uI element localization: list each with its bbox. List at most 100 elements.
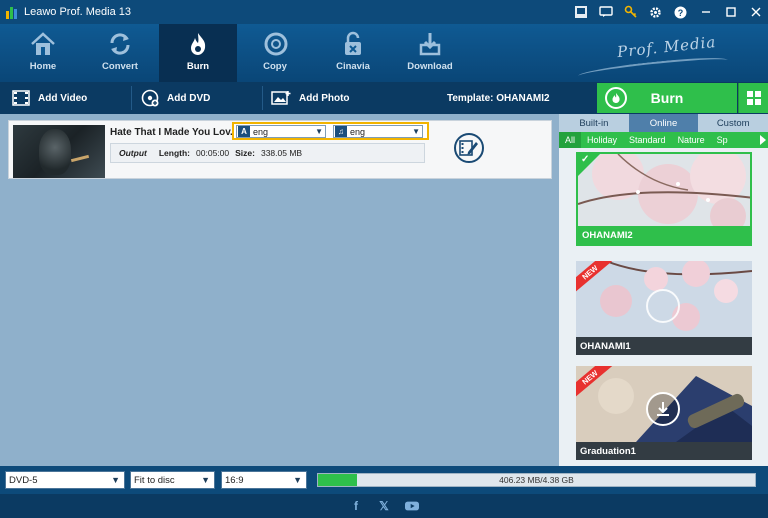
video-item[interactable]: Hate That I Made You Lov... A eng ▼ ♫ en… [8,120,552,179]
size-value: 338.05 MB [260,148,303,158]
template-ohanami2[interactable]: ✓ OHANAMI2 [576,152,752,246]
chevron-down-icon: ▼ [315,127,323,136]
nav-download[interactable]: Download [391,24,469,82]
category-holiday[interactable]: Holiday [581,132,623,148]
copy-icon [264,32,288,56]
nav-convert-label: Convert [102,61,138,72]
template-name-label: OHANAMI2 [578,226,750,244]
add-video-button[interactable]: Add Video [12,82,87,114]
output-info: Output Length: 00:05:00 Size: 338.05 MB [110,143,425,163]
subtitle-icon: A [238,126,250,137]
toolbar-divider [131,86,132,110]
grid-view-button[interactable] [738,83,768,113]
add-dvd-button[interactable]: Add DVD [141,82,210,114]
youtube-icon[interactable] [405,499,419,513]
tab-custom[interactable]: Custom [698,114,768,132]
home-icon [31,32,55,55]
nav-burn-label: Burn [186,61,210,72]
tab-built-in[interactable]: Built-in [559,114,629,132]
title-bar: Leawo Prof. Media 13 ? [0,0,768,24]
x-icon[interactable]: 𝕏 [377,499,391,513]
flame-icon [605,87,627,109]
chevron-right-icon[interactable] [760,135,766,145]
track-selectors: A eng ▼ ♫ eng ▼ [232,122,429,140]
nav-download-label: Download [407,61,453,72]
subtitle-select[interactable]: A eng ▼ [236,125,326,138]
nav-cinavia-label: Cinavia [336,61,370,72]
burn-button[interactable]: Burn [597,83,737,113]
template-sidebar: Built-in Online Custom All Holiday Stand… [559,114,768,466]
add-photo-button[interactable]: Add Photo [271,82,350,114]
audio-icon: ♫ [335,126,347,137]
minimize-icon[interactable] [693,0,718,24]
add-video-label: Add Video [38,92,88,104]
download-icon [419,33,441,56]
brand-logo: Prof. Media [615,32,717,62]
category-all[interactable]: All [559,132,582,148]
nav-home[interactable]: Home [4,24,82,82]
convert-icon [110,33,130,55]
nav-burn[interactable]: Burn [159,24,237,82]
film-icon [12,90,30,106]
nav-home-label: Home [29,61,57,72]
nav-copy[interactable]: Copy [236,24,314,82]
audio-select[interactable]: ♫ eng ▼ [333,125,423,138]
nav-convert[interactable]: Convert [81,24,159,82]
length-value: 00:05:00 [196,148,230,158]
aspect-ratio-select[interactable]: 16:9 ▼ [221,471,307,489]
add-photo-label: Add Photo [299,92,350,104]
category-standard[interactable]: Standard [623,132,672,148]
disc-add-icon [141,89,159,107]
fit-value: Fit to disc [134,474,175,486]
size-label: Size: [235,148,255,158]
brand-swoosh [577,54,729,82]
template-ohanami1[interactable]: NEW OHANAMI1 [576,261,752,355]
template-name-label: OHANAMI1 [576,337,752,355]
nav-cinavia[interactable]: Cinavia [314,24,392,82]
preview-icon[interactable] [646,289,680,323]
maximize-icon[interactable] [718,0,743,24]
disc-capacity-bar: 406.23 MB/4.38 GB [317,473,756,487]
nav-copy-label: Copy [263,61,287,72]
chevron-down-icon: ▼ [111,475,120,485]
disc-type-value: DVD-5 [9,474,38,486]
key-icon[interactable] [618,0,643,24]
app-logo-icon [6,5,18,19]
svg-text:?: ? [678,8,684,18]
video-thumbnail[interactable] [13,125,105,178]
template-name-label: Graduation1 [576,442,752,460]
video-list-area: Hate That I Made You Lov... A eng ▼ ♫ en… [0,114,559,466]
burn-icon [191,33,206,55]
main-nav: Home Convert Burn Copy Cinavia Download … [0,24,768,82]
tab-online[interactable]: Online [628,114,699,132]
facebook-icon[interactable]: f [349,499,363,513]
chevron-down-icon: ▼ [201,475,210,485]
cinavia-icon [345,31,361,55]
download-template-icon[interactable] [646,392,680,426]
template-tabs: Built-in Online Custom [559,114,768,132]
message-icon[interactable] [593,0,618,24]
gear-icon[interactable] [643,0,668,24]
burn-button-label: Burn [650,90,684,106]
capacity-text: 406.23 MB/4.38 GB [499,475,574,485]
edit-video-icon[interactable] [454,133,484,163]
template-categories: All Holiday Standard Nature Sp [559,132,768,148]
footer: f 𝕏 [0,494,768,518]
template-graduation1[interactable]: NEW Graduation1 [576,366,752,460]
chevron-down-icon: ▼ [293,475,302,485]
aspect-ratio-value: 16:9 [225,474,244,486]
category-sports[interactable]: Sp [711,132,734,148]
grid-icon [746,91,761,105]
length-label: Length: [158,148,191,158]
fit-select[interactable]: Fit to disc ▼ [130,471,215,489]
toolbar-divider [262,86,263,110]
window-title: Leawo Prof. Media 13 [24,6,132,18]
amd-badge-icon[interactable] [568,0,593,24]
help-icon[interactable]: ? [668,0,693,24]
video-title: Hate That I Made You Lov... [110,127,235,138]
category-nature[interactable]: Nature [672,132,711,148]
subtitle-value: eng [253,126,269,137]
close-icon[interactable] [743,0,768,24]
disc-type-select[interactable]: DVD-5 ▼ [5,471,125,489]
checkmark-icon: ✓ [581,154,590,165]
